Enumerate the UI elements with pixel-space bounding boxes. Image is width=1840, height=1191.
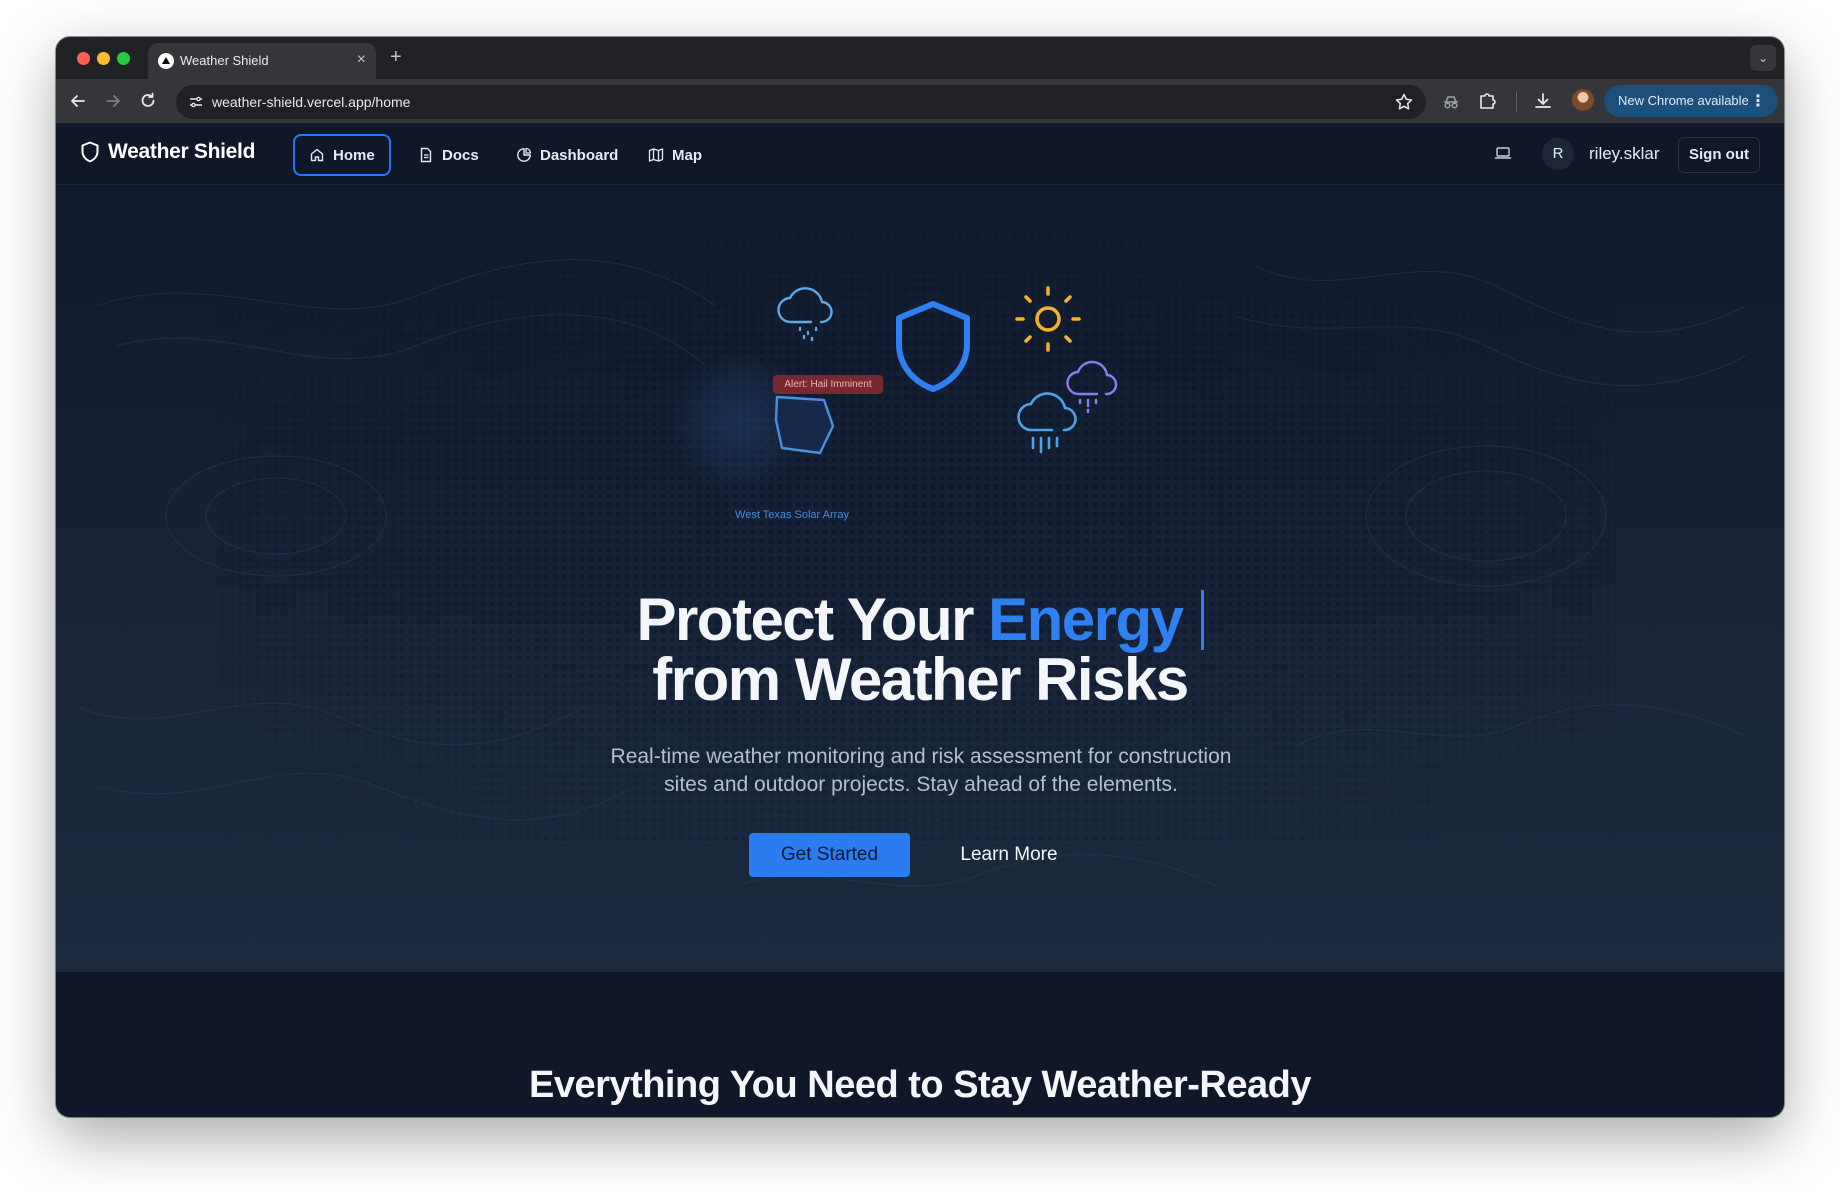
shield-icon — [81, 141, 99, 163]
browser-window: Weather Shield × + ⌄ weather-shield.verc… — [56, 37, 1784, 1117]
address-bar[interactable]: weather-shield.vercel.app/home — [176, 85, 1426, 119]
more-vertical-icon: ⋮ — [1750, 93, 1766, 110]
rain-cloud-icon — [1017, 392, 1077, 454]
brand-logo-link[interactable]: Weather Shield — [80, 140, 255, 164]
nav-dashboard-label: Dashboard — [540, 146, 619, 164]
features-title: Everything You Need to Stay Weather-Read… — [529, 1064, 1311, 1106]
hail-alert-badge: Alert: Hail Imminent — [773, 375, 883, 394]
url-text: weather-shield.vercel.app/home — [212, 94, 411, 110]
nav-docs-label: Docs — [442, 146, 479, 164]
browser-toolbar: weather-shield.vercel.app/home New Chrom… — [56, 79, 1784, 123]
home-icon — [310, 148, 324, 162]
reload-icon[interactable] — [138, 91, 158, 111]
nav-map[interactable]: Map — [634, 134, 716, 176]
laptop-icon[interactable] — [1494, 145, 1512, 161]
learn-more-button[interactable]: Learn More — [944, 833, 1074, 877]
site-header: Weather Shield Home Docs Dashboard Map R… — [56, 123, 1784, 185]
site-polygon — [774, 395, 835, 455]
minimize-window-button[interactable] — [97, 52, 110, 65]
get-started-button[interactable]: Get Started — [749, 833, 910, 877]
extensions-puzzle-icon[interactable] — [1476, 90, 1498, 112]
nav-docs[interactable]: Docs — [404, 134, 493, 176]
forward-arrow-icon[interactable] — [103, 91, 123, 111]
hero-title: Protect Your Energy from Weather Risks — [56, 590, 1784, 710]
close-window-button[interactable] — [77, 52, 90, 65]
sign-out-button[interactable]: Sign out — [1678, 137, 1760, 173]
back-arrow-icon[interactable] — [68, 91, 88, 111]
site-settings-icon[interactable] — [188, 94, 204, 110]
vercel-favicon-icon — [158, 53, 174, 69]
profile-avatar[interactable] — [1572, 89, 1594, 111]
update-label: New Chrome available — [1618, 93, 1749, 108]
hero-subtitle: Real-time weather monitoring and risk as… — [610, 745, 1232, 796]
nav-home-label: Home — [333, 146, 375, 164]
user-avatar[interactable]: R — [1542, 138, 1574, 170]
nav-dashboard[interactable]: Dashboard — [502, 134, 632, 176]
hero-title-prefix: Protect Your — [636, 586, 974, 653]
bookmark-star-icon[interactable] — [1394, 92, 1414, 112]
nav-home[interactable]: Home — [293, 134, 391, 176]
browser-tab[interactable]: Weather Shield × — [148, 43, 376, 79]
tab-search-chevron-icon[interactable]: ⌄ — [1750, 45, 1776, 71]
new-tab-button[interactable]: + — [390, 46, 402, 69]
tab-title: Weather Shield — [180, 53, 269, 68]
incognito-extension-icon[interactable] — [1440, 90, 1462, 112]
map-icon — [648, 148, 664, 162]
drizzle-cloud-icon — [1066, 360, 1118, 414]
tab-close-icon[interactable]: × — [357, 51, 366, 69]
site-label: West Texas Solar Array — [735, 509, 849, 521]
hero-title-line2: from Weather Risks — [652, 646, 1189, 713]
document-icon — [420, 147, 432, 163]
toolbar-divider — [1516, 92, 1517, 112]
pie-chart-icon — [517, 147, 532, 162]
maximize-window-button[interactable] — [117, 52, 130, 65]
hero-section: Alert: Hail Imminent West Texas Solar Ar… — [56, 186, 1784, 972]
new-chrome-available-button[interactable]: New Chrome available ⋮ — [1604, 85, 1778, 117]
snow-cloud-icon — [777, 287, 833, 342]
features-section: Everything You Need to Stay Weather-Read… — [56, 972, 1784, 1117]
brand-name: Weather Shield — [108, 140, 256, 163]
username: riley.sklar — [1589, 144, 1660, 163]
hero-weather-illustration — [774, 286, 1118, 455]
hero-title-accent: Energy — [988, 586, 1184, 653]
shield-icon — [896, 301, 970, 392]
tab-strip: Weather Shield × + ⌄ — [56, 37, 1784, 79]
nav-map-label: Map — [672, 146, 702, 164]
typing-caret — [1200, 590, 1204, 650]
sun-icon — [1015, 286, 1081, 352]
downloads-icon[interactable] — [1532, 90, 1554, 112]
